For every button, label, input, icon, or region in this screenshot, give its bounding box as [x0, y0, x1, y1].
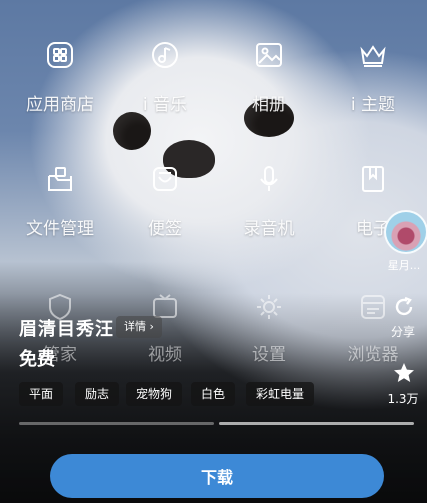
share-icon[interactable]	[392, 295, 416, 319]
tag-chip[interactable]: 平面	[19, 382, 64, 406]
app-label: 文件管理	[26, 219, 94, 239]
notes-icon	[153, 167, 177, 191]
app-label: 便签	[148, 219, 182, 239]
app-app-store[interactable]: 应用商店	[5, 38, 115, 115]
ebook-icon	[362, 166, 384, 192]
browser-icon	[361, 295, 385, 319]
app-label: 设置	[252, 345, 286, 365]
download-button[interactable]: 下载	[50, 454, 384, 498]
price-label: 免费	[19, 349, 55, 370]
theme-preview-screen: 应用商店 i 音乐 相册 i 主题 文件管理 便签 录音机 电子 管家 视频 设…	[0, 0, 427, 503]
detail-label: 详情	[124, 320, 146, 333]
app-label: 录音机	[243, 219, 295, 239]
tag-chip[interactable]: 宠物狗	[126, 382, 183, 406]
gallery-icon	[256, 43, 282, 67]
app-label: 视频	[148, 345, 182, 365]
preview-page-indicator-2	[219, 422, 414, 425]
file-manager-icon	[48, 167, 72, 191]
detail-button[interactable]: 详情 ›	[116, 316, 162, 338]
favorite-count: 1.3万	[387, 392, 419, 406]
app-recorder[interactable]: 录音机	[214, 162, 324, 239]
app-label: i 主题	[350, 95, 396, 115]
chevron-right-icon: ›	[149, 320, 154, 333]
theme-icon	[360, 45, 386, 67]
app-label: i 音乐	[142, 95, 188, 115]
app-theme[interactable]: i 主题	[318, 38, 427, 115]
recorder-icon	[260, 166, 278, 191]
music-icon	[152, 42, 178, 68]
app-store-icon	[47, 42, 73, 68]
tag-chip[interactable]: 彩虹电量	[246, 382, 315, 406]
theme-title: 眉清目秀汪	[19, 319, 114, 340]
author-avatar[interactable]	[384, 210, 427, 254]
tag-chip[interactable]: 励志	[75, 382, 120, 406]
app-music[interactable]: i 音乐	[110, 38, 220, 115]
preview-page-indicator-1	[19, 422, 214, 425]
app-file-manager[interactable]: 文件管理	[5, 162, 115, 239]
share-label[interactable]: 分享	[378, 323, 427, 340]
star-icon[interactable]	[392, 361, 416, 385]
app-label: 相册	[252, 95, 286, 115]
dog-eye-left	[113, 112, 151, 150]
app-settings[interactable]: 设置	[214, 290, 324, 365]
app-gallery[interactable]: 相册	[214, 38, 324, 115]
app-notes[interactable]: 便签	[110, 162, 220, 239]
app-label: 应用商店	[26, 95, 94, 115]
author-name[interactable]: 星月...	[384, 257, 424, 273]
tag-chip[interactable]: 白色	[191, 382, 236, 406]
settings-icon	[257, 295, 281, 319]
